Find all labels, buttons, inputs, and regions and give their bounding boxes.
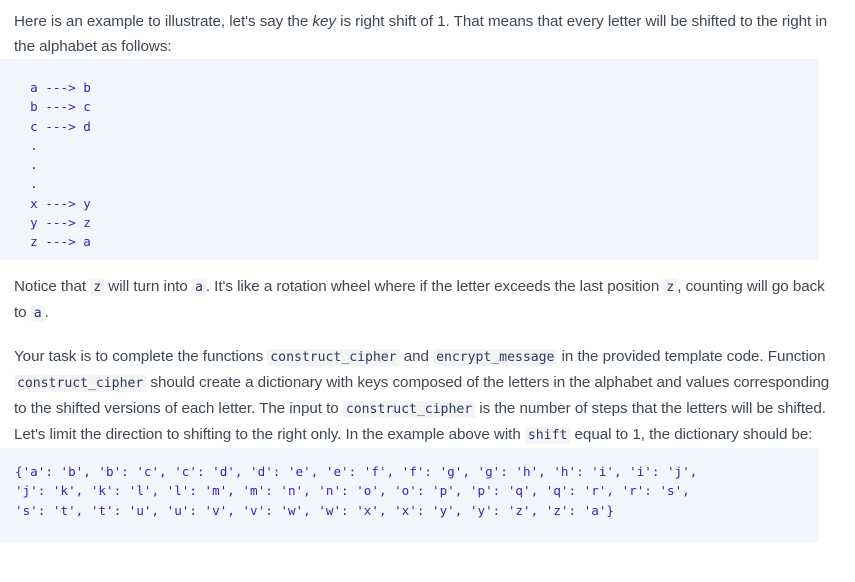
paragraph-notice-text-2: will turn into xyxy=(104,278,192,295)
inline-code-a-1: a xyxy=(191,279,206,296)
paragraph-task-text-6: equal to 1, the dictionary should be: xyxy=(570,426,813,443)
emphasis-key: key xyxy=(312,13,336,30)
code-block-letter-mapping: a ---> b b ---> c c ---> d . . . x ---> … xyxy=(0,59,819,260)
paragraph-task-text-1: Your task is to complete the functions xyxy=(14,348,268,365)
code-block-cipher-dictionary: {'a': 'b', 'b': 'c', 'c': 'd', 'd': 'e',… xyxy=(0,448,819,542)
paragraph-intro: Here is an example to illustrate, let's … xyxy=(0,0,855,59)
inline-code-construct-cipher-1: construct_cipher xyxy=(267,349,400,366)
paragraph-task: Your task is to complete the functions c… xyxy=(0,326,855,448)
inline-code-z-2: z xyxy=(663,279,678,296)
inline-code-z-1: z xyxy=(90,279,105,296)
inline-code-shift: shift xyxy=(524,427,571,444)
inline-code-construct-cipher-3: construct_cipher xyxy=(342,401,476,418)
paragraph-notice-text-1: Notice that xyxy=(14,278,91,295)
paragraph-intro-text-1: Here is an example to illustrate, let's … xyxy=(14,13,313,30)
paragraph-task-text-2: and xyxy=(399,348,434,365)
document-page: Here is an example to illustrate, let's … xyxy=(0,0,855,542)
paragraph-notice-text-5: . xyxy=(44,304,49,321)
inline-code-a-2: a xyxy=(30,305,45,322)
paragraph-notice: Notice that z will turn into a. It's lik… xyxy=(0,260,855,326)
paragraph-notice-text-3: . It's like a rotation wheel where if th… xyxy=(205,278,664,295)
inline-code-construct-cipher-2: construct_cipher xyxy=(14,375,147,392)
paragraph-task-text-3: in the provided template code. Function xyxy=(557,348,826,365)
inline-code-encrypt-message: encrypt_message xyxy=(433,349,558,366)
